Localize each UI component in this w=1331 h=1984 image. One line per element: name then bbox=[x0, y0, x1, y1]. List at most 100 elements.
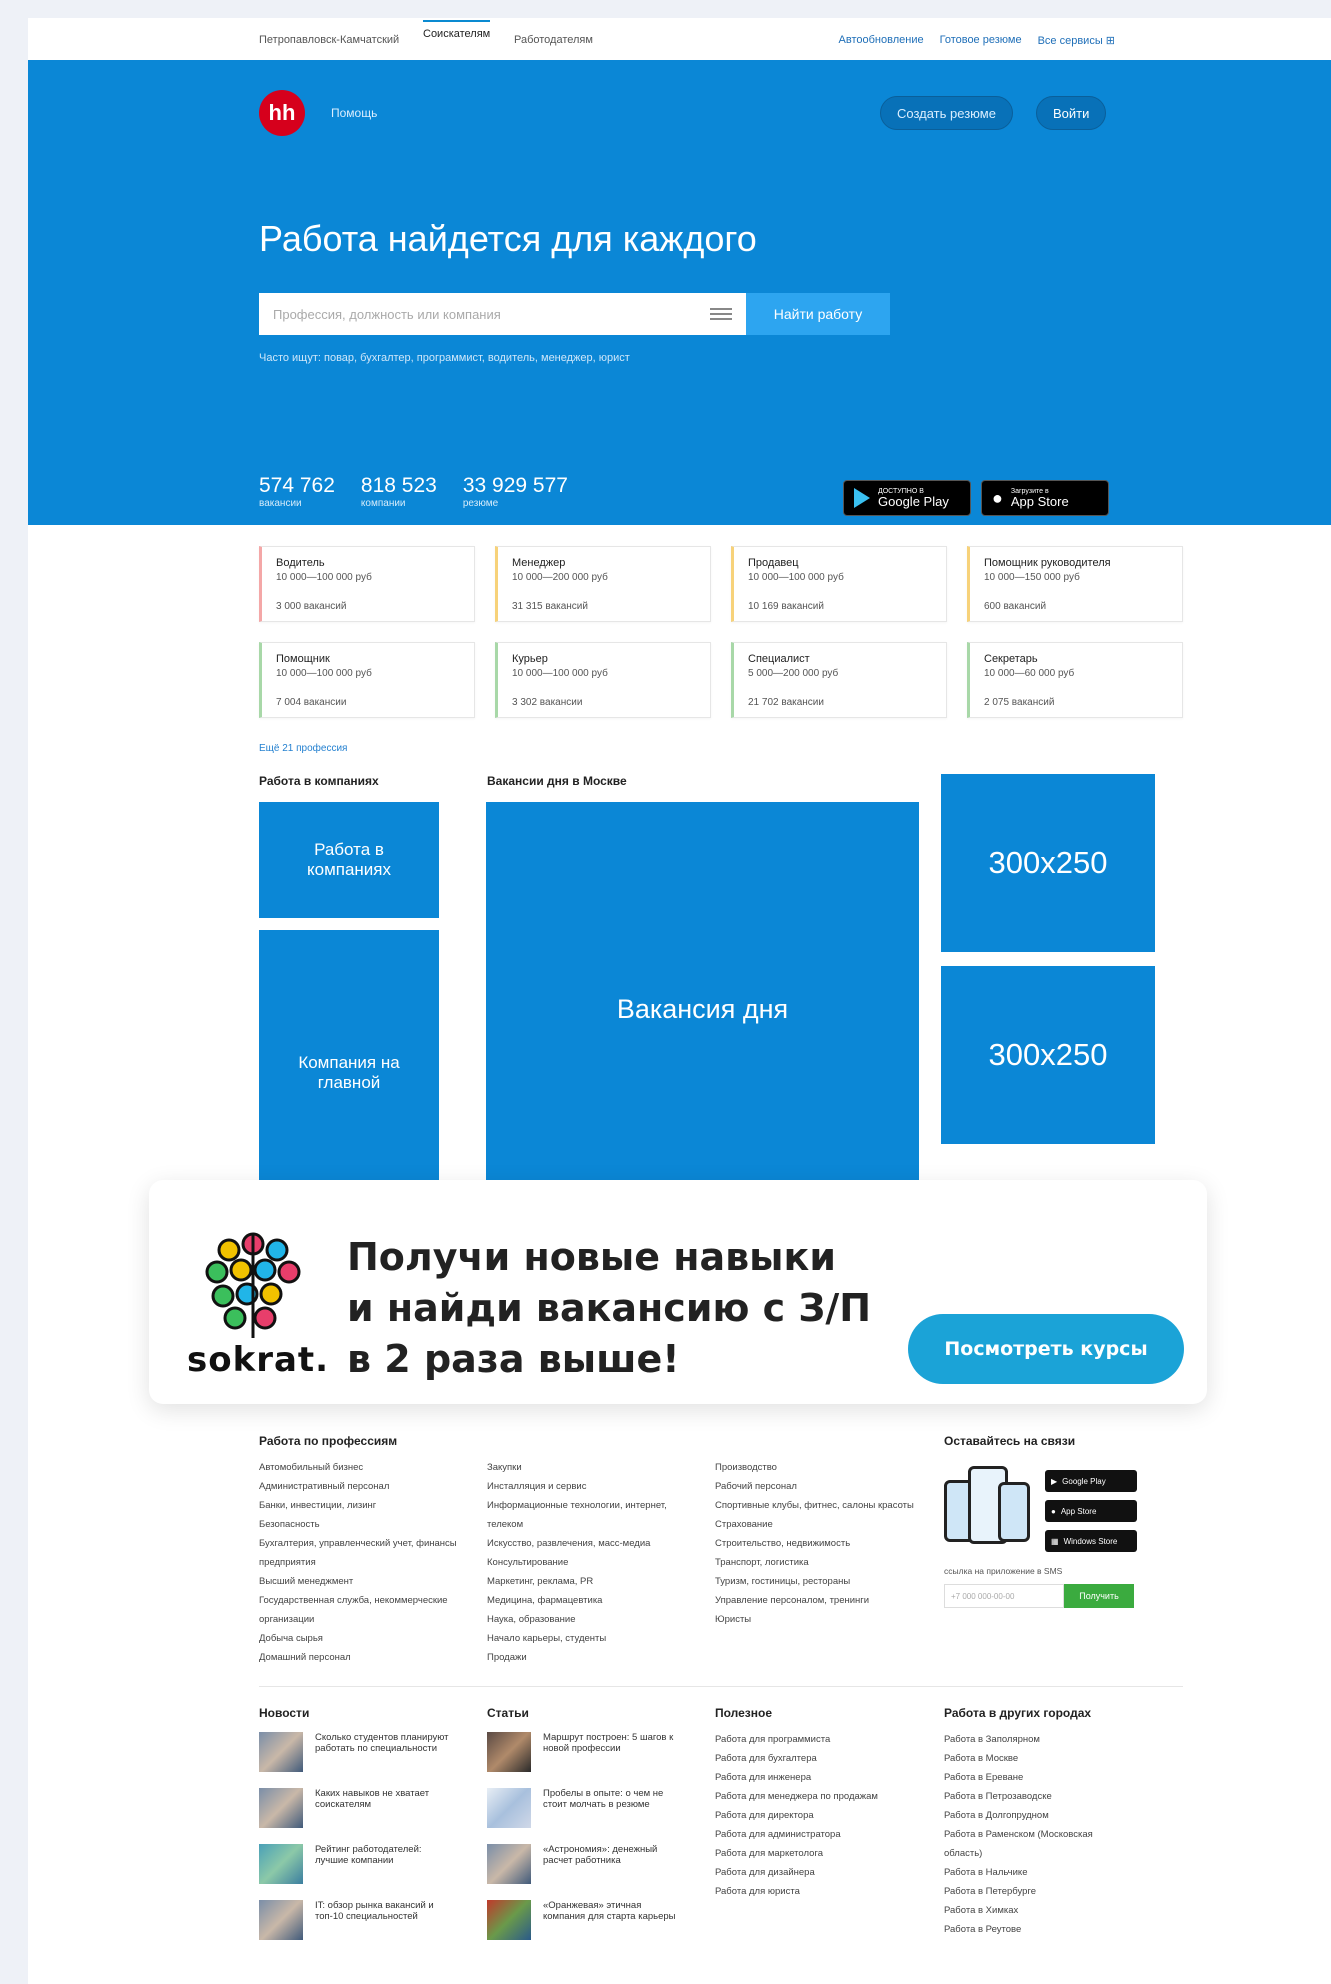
profession-link[interactable]: Строительство, недвижимость bbox=[715, 1534, 915, 1553]
profession-link[interactable]: Домашний персонал bbox=[259, 1648, 459, 1667]
badge-windows-store[interactable]: ▦ Windows Store bbox=[1045, 1530, 1137, 1552]
badge-google-play[interactable]: ▶ Google Play bbox=[1045, 1470, 1137, 1492]
profession-card[interactable]: Секретарь 10 000—60 000 руб 2 075 вакансий bbox=[967, 642, 1183, 718]
profession-card[interactable]: Менеджер 10 000—200 000 руб 31 315 ваканси… bbox=[495, 546, 711, 622]
profession-link[interactable]: Информационные технологии, интернет, тел… bbox=[487, 1496, 687, 1534]
profession-card[interactable]: Помощник 10 000—100 000 руб 7 004 вакансии bbox=[259, 642, 475, 718]
tab-applicants[interactable]: Соискателям bbox=[423, 20, 491, 40]
profession-link[interactable]: Административный персонал bbox=[259, 1477, 459, 1496]
profession-link[interactable]: Туризм, гостиницы, рестораны bbox=[715, 1572, 915, 1591]
help-link[interactable]: Помощь bbox=[331, 106, 377, 120]
profession-card[interactable]: Помощник руководителя 10 000—150 000 руб 6… bbox=[967, 546, 1183, 622]
popular-searches: Часто ищут: повар, бухгалтер, программис… bbox=[259, 352, 630, 364]
profession-link[interactable]: Высший менеджмент bbox=[259, 1572, 459, 1591]
ad-slot[interactable]: 300x250 bbox=[941, 774, 1155, 952]
profession-link[interactable]: Государственная служба, некоммерческие о… bbox=[259, 1591, 459, 1629]
useful-link[interactable]: Работа для инженера bbox=[715, 1768, 915, 1787]
profession-link[interactable]: Маркетинг, реклама, PR bbox=[487, 1572, 687, 1591]
article-item[interactable]: Пробелы в опыте: о чем не стоит молчать … bbox=[487, 1788, 677, 1828]
hh-logo[interactable]: hh bbox=[259, 90, 305, 136]
profession-link[interactable]: Добыча сырья bbox=[259, 1629, 459, 1648]
profession-link[interactable]: Управление персоналом, тренинги bbox=[715, 1591, 915, 1610]
city-link[interactable]: Работа в Долгопрудном bbox=[944, 1806, 1124, 1825]
profession-link[interactable]: Закупки bbox=[487, 1458, 687, 1477]
useful-link[interactable]: Работа для администратора bbox=[715, 1825, 915, 1844]
tab-employers[interactable]: Работодателям bbox=[514, 34, 593, 46]
companies-title: Работа в компаниях bbox=[259, 774, 379, 788]
useful-link[interactable]: Работа для бухгалтера bbox=[715, 1749, 915, 1768]
profession-link[interactable]: Искусство, развлечения, масс-медиа bbox=[487, 1534, 687, 1553]
profession-name: Помощник руководителя bbox=[984, 557, 1111, 569]
create-resume-button[interactable]: Создать резюме bbox=[880, 96, 1013, 130]
profession-card[interactable]: Водитель 10 000—100 000 руб 3 000 вакансий bbox=[259, 546, 475, 622]
news-item[interactable]: Сколько студентов планируют работать по … bbox=[259, 1732, 449, 1772]
phone-input[interactable]: +7 000 000-00-00 bbox=[944, 1584, 1064, 1608]
view-courses-button[interactable]: Посмотреть курсы bbox=[908, 1314, 1184, 1384]
brain-dot bbox=[223, 1306, 247, 1330]
profession-link[interactable]: Начало карьеры, студенты bbox=[487, 1629, 687, 1648]
autoupdate-link[interactable]: Автообновление bbox=[839, 34, 924, 47]
get-link-button[interactable]: Получить bbox=[1064, 1584, 1134, 1608]
google-play-button[interactable]: ДОСТУПНО В Google Play bbox=[843, 480, 971, 516]
search-input[interactable] bbox=[273, 306, 710, 322]
city-link[interactable]: Работа в Раменском (Московская область) bbox=[944, 1825, 1124, 1863]
profession-card[interactable]: Специалист 5 000—200 000 руб 21 702 ваканс… bbox=[731, 642, 947, 718]
useful-link[interactable]: Работа для дизайнера bbox=[715, 1863, 915, 1882]
find-job-button[interactable]: Найти работу bbox=[746, 293, 890, 335]
profession-link[interactable]: Инсталляция и сервис bbox=[487, 1477, 687, 1496]
city-selector[interactable]: Петропавловск-Камчатский bbox=[259, 34, 399, 46]
ready-resume-link[interactable]: Готовое резюме bbox=[940, 34, 1022, 47]
filter-icon[interactable] bbox=[710, 306, 732, 322]
profession-link[interactable]: Продажи bbox=[487, 1648, 687, 1667]
city-link[interactable]: Работа в Петербурге bbox=[944, 1882, 1124, 1901]
badge-app-store[interactable]: ● App Store bbox=[1045, 1500, 1137, 1522]
city-link[interactable]: Работа в Москве bbox=[944, 1749, 1124, 1768]
ad-slot[interactable]: 300x250 bbox=[941, 966, 1155, 1144]
profession-link[interactable]: Автомобильный бизнес bbox=[259, 1458, 459, 1477]
news-item[interactable]: IT: обзор рынка вакансий и топ-10 специа… bbox=[259, 1900, 449, 1940]
useful-link[interactable]: Работа для программиста bbox=[715, 1730, 915, 1749]
article-item[interactable]: «Оранжевая» этичная компания для старта … bbox=[487, 1900, 677, 1940]
all-services-label: Все сервисы bbox=[1037, 35, 1103, 47]
city-link[interactable]: Работа в Заполярном bbox=[944, 1730, 1124, 1749]
city-link[interactable]: Работа в Нальчике bbox=[944, 1863, 1124, 1882]
companies-block[interactable]: Работа в компаниях bbox=[259, 802, 439, 918]
profession-link[interactable]: Банки, инвестиции, лизинг bbox=[259, 1496, 459, 1515]
useful-link[interactable]: Работа для юриста bbox=[715, 1882, 915, 1901]
useful-link[interactable]: Работа для менеджера по продажам bbox=[715, 1787, 915, 1806]
profession-link[interactable]: Рабочий персонал bbox=[715, 1477, 915, 1496]
city-link[interactable]: Работа в Химках bbox=[944, 1901, 1124, 1920]
profession-link[interactable]: Спортивные клубы, фитнес, салоны красоты bbox=[715, 1496, 915, 1515]
city-link[interactable]: Работа в Петрозаводске bbox=[944, 1787, 1124, 1806]
badge-label: App Store bbox=[1060, 1506, 1097, 1516]
city-link[interactable]: Работа в Ереване bbox=[944, 1768, 1124, 1787]
profession-link[interactable]: Производство bbox=[715, 1458, 915, 1477]
news-item[interactable]: Рейтинг работодателей: лучшие компании bbox=[259, 1844, 449, 1884]
profession-link[interactable]: Безопасность bbox=[259, 1515, 459, 1534]
profession-link[interactable]: Бухгалтерия, управленческий учет, финанс… bbox=[259, 1534, 459, 1572]
all-services-link[interactable]: Все сервисы ⊞ bbox=[1038, 34, 1115, 47]
more-professions-link[interactable]: Ещё 21 профессия bbox=[259, 743, 347, 754]
profession-link[interactable]: Юристы bbox=[715, 1610, 915, 1629]
article-item[interactable]: Маршрут построен: 5 шагов к новой профес… bbox=[487, 1732, 677, 1772]
other-cities-list: Работа в Заполярном Работа в Москве Рабо… bbox=[944, 1730, 1124, 1939]
profession-link[interactable]: Транспорт, логистика bbox=[715, 1553, 915, 1572]
profession-link[interactable]: Консультирование bbox=[487, 1553, 687, 1572]
city-link[interactable]: Работа в Реутове bbox=[944, 1920, 1124, 1939]
profession-card[interactable]: Продавец 10 000—100 000 руб 10 169 ваканси… bbox=[731, 546, 947, 622]
useful-link[interactable]: Работа для маркетолога bbox=[715, 1844, 915, 1863]
profession-link[interactable]: Страхование bbox=[715, 1515, 915, 1534]
profession-salary: 10 000—100 000 руб bbox=[276, 668, 372, 679]
news-item[interactable]: Каких навыков не хватает соискателям bbox=[259, 1788, 449, 1828]
profession-link[interactable]: Медицина, фармацевтика bbox=[487, 1591, 687, 1610]
vacancy-day-label: Вакансия дня bbox=[616, 993, 789, 1024]
profession-link[interactable]: Наука, образование bbox=[487, 1610, 687, 1629]
app-store-button[interactable]: ● Загрузите в App Store bbox=[981, 480, 1109, 516]
vacancy-day-block[interactable]: Вакансия дня bbox=[486, 802, 919, 1216]
article-item[interactable]: «Астрономия»: денежный расчет работника bbox=[487, 1844, 677, 1884]
brain-dot bbox=[229, 1258, 253, 1282]
useful-link[interactable]: Работа для директора bbox=[715, 1806, 915, 1825]
featured-company-block[interactable]: Компания на главной bbox=[259, 930, 439, 1216]
profession-card[interactable]: Курьер 10 000—100 000 руб 3 302 вакансии bbox=[495, 642, 711, 718]
login-button[interactable]: Войти bbox=[1036, 96, 1107, 130]
